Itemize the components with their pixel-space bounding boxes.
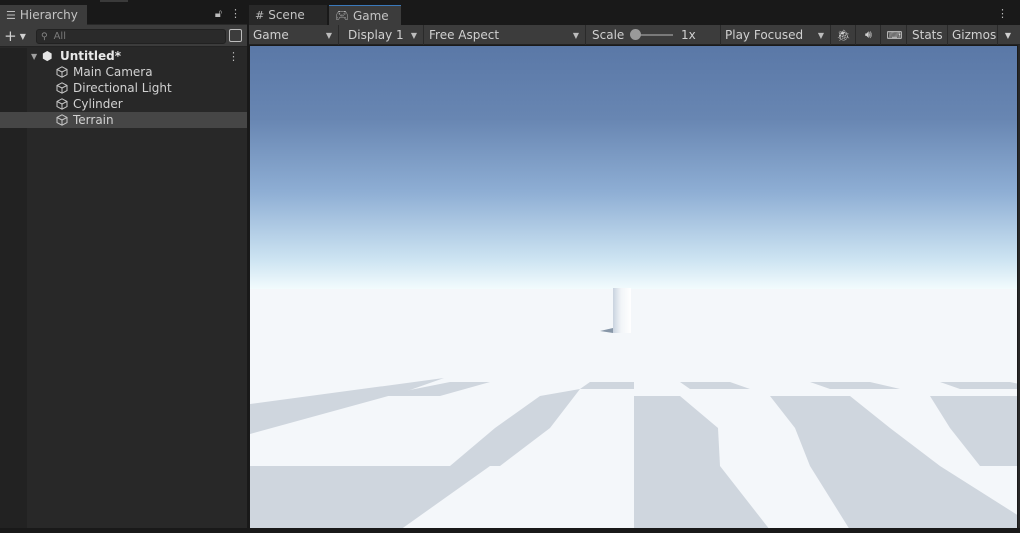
gizmos-button[interactable]: Gizmos [948, 25, 998, 45]
gameobject-cube-icon [56, 66, 68, 78]
gameobject-cube-icon [56, 114, 68, 126]
gameobject-cube-icon [56, 98, 68, 110]
hierarchy-search-input[interactable]: ⚲ All [36, 29, 226, 44]
hierarchy-item-label: Main Camera [73, 65, 153, 79]
hierarchy-tabbar: ☰ Hierarchy 🔓︎ ⋮ [0, 5, 247, 25]
stats-label: Stats [912, 28, 943, 42]
dropdown-arrow-icon: ▼ [817, 30, 824, 40]
list-icon: ☰ [6, 8, 16, 22]
tab-scene[interactable]: # Scene [249, 5, 327, 25]
hierarchy-item-label: Terrain [73, 113, 114, 127]
scale-value: 1x [681, 28, 696, 42]
hierarchy-item-label: Cylinder [73, 97, 123, 111]
more-options-icon[interactable]: ⋮ [997, 7, 1008, 20]
unity-scene-icon: ⬢ [42, 49, 53, 63]
scale-slider[interactable]: Scale 1x [586, 25, 721, 45]
tab-game-label: Game [352, 8, 389, 23]
display-value: Display 1 [348, 28, 404, 42]
game-toolbar: Game ▼ Display 1 ▼ Free Aspect ▼ Scale 1… [249, 25, 1020, 45]
hierarchy-tree: ▼ ⬢ Untitled* ⋮ Main Camera Directional … [0, 48, 247, 128]
scale-slider-handle[interactable] [630, 29, 641, 40]
stats-button[interactable]: Stats [908, 25, 948, 45]
scene-visibility-icon[interactable] [229, 29, 242, 42]
grid-icon: # [255, 8, 265, 22]
gameobject-cube-icon [56, 82, 68, 94]
aspect-dropdown[interactable]: Free Aspect ▼ [425, 25, 586, 45]
speaker-icon: 🔊︎ [865, 28, 872, 41]
tab-game[interactable]: 🎮︎ Game [329, 5, 401, 25]
lock-icon[interactable]: 🔓︎ [215, 7, 222, 21]
tab-scene-label: Scene [268, 8, 305, 22]
hierarchy-item-directional-light[interactable]: Directional Light [0, 80, 247, 96]
hierarchy-panel-actions: 🔓︎ ⋮ [215, 7, 241, 21]
keyboard-icon: ⌨ [886, 28, 903, 42]
hierarchy-item-terrain[interactable]: Terrain [0, 112, 247, 128]
cylinder-object [613, 288, 631, 333]
collapse-arrow-icon[interactable]: ▼ [31, 52, 37, 61]
bug-icon: 🐞︎ [836, 28, 851, 42]
caret-down-icon: ▼ [19, 31, 26, 41]
search-placeholder: All [53, 31, 66, 42]
tab-hierarchy[interactable]: ☰ Hierarchy [0, 5, 87, 25]
dropdown-arrow-icon: ▼ [325, 30, 332, 40]
tab-hierarchy-label: Hierarchy [19, 8, 78, 22]
game-panel-tabbar: # Scene 🎮︎ Game ⋮ [249, 5, 1020, 25]
scene-row[interactable]: ▼ ⬢ Untitled* ⋮ [0, 48, 247, 64]
more-options-icon[interactable]: ⋮ [230, 7, 241, 21]
display-dropdown[interactable]: Display 1 ▼ [344, 25, 424, 45]
view-mode-dropdown[interactable]: Game ▼ [249, 25, 339, 45]
dropdown-arrow-icon: ▼ [410, 30, 417, 40]
plus-icon: + [4, 27, 17, 45]
scale-label: Scale [592, 28, 625, 42]
game-viewport[interactable] [249, 45, 1018, 529]
dropdown-arrow-icon: ▼ [1004, 30, 1012, 40]
search-icon: ⚲ [41, 31, 48, 42]
hierarchy-item-main-camera[interactable]: Main Camera [0, 64, 247, 80]
scene-name: Untitled* [60, 49, 121, 63]
play-mode-dropdown[interactable]: Play Focused ▼ [721, 25, 831, 45]
hierarchy-item-label: Directional Light [73, 81, 172, 95]
debug-toggle-button[interactable]: 🐞︎ [832, 25, 856, 45]
gizmos-dropdown-button[interactable]: ▼ [998, 25, 1018, 45]
scene-more-icon[interactable]: ⋮ [228, 50, 239, 63]
hierarchy-item-cylinder[interactable]: Cylinder [0, 96, 247, 112]
hierarchy-toolbar: + ▼ ⚲ All [0, 25, 247, 47]
game-panel: # Scene 🎮︎ Game ⋮ Game ▼ Display 1 ▼ Fre… [249, 5, 1020, 529]
mute-audio-button[interactable]: 🔊︎ [857, 25, 881, 45]
window-bottom-strip [0, 528, 1020, 533]
hierarchy-panel: ☰ Hierarchy 🔓︎ ⋮ + ▼ ⚲ All ▼ ⬢ Untitled*… [0, 5, 247, 528]
view-mode-value: Game [253, 28, 289, 42]
hidden-tab-hint [100, 0, 128, 2]
gamepad-icon: 🎮︎ [335, 9, 349, 22]
shortcuts-button[interactable]: ⌨ [883, 25, 907, 45]
dropdown-arrow-icon: ▼ [572, 30, 579, 40]
play-mode-value: Play Focused [725, 28, 804, 42]
add-object-button[interactable]: + ▼ [2, 27, 28, 45]
gizmos-label: Gizmos [952, 28, 997, 42]
aspect-value: Free Aspect [429, 28, 500, 42]
terrain-checkerboard [250, 288, 1017, 528]
